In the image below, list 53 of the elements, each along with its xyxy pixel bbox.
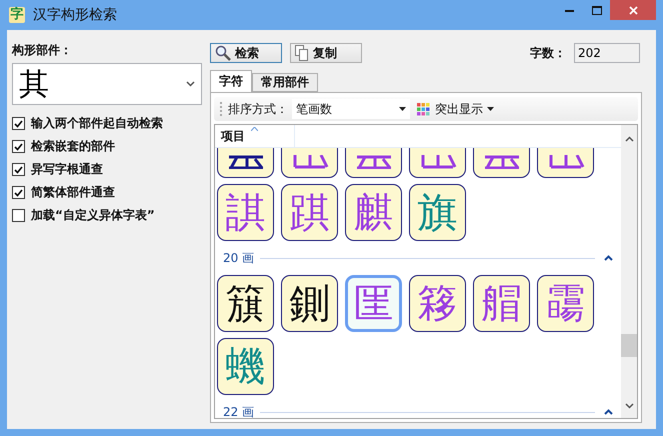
tab[interactable]: 常用部件 (252, 73, 318, 92)
search-icon (215, 45, 231, 61)
scroll-thumb[interactable] (621, 334, 637, 357)
caret-icon (399, 107, 406, 111)
character-tile[interactable]: 蟣 (217, 338, 274, 395)
character-tile[interactable]: 旗 (409, 184, 466, 241)
count-label: 字数： (530, 44, 566, 62)
character-tile[interactable]: 諆 (217, 184, 274, 241)
option-label: 输入两个部件起自动检索 (31, 115, 163, 132)
character-tile[interactable]: 霷 (537, 275, 594, 332)
scroll-down-icon[interactable] (624, 403, 634, 409)
checkbox[interactable] (12, 117, 25, 130)
close-icon (628, 6, 638, 14)
option-label: 异写字根通查 (31, 161, 103, 178)
maximize-icon (592, 6, 602, 14)
tab[interactable]: 字符 (210, 70, 252, 92)
character-tile[interactable]: 鍘 (281, 275, 338, 332)
scrollbar[interactable] (621, 125, 637, 418)
sort-select[interactable]: 笔画数 (292, 99, 410, 119)
grip-icon (220, 102, 224, 116)
chevron-up-icon (604, 255, 612, 261)
window-title: 汉字构形检索 (33, 6, 118, 24)
component-label: 构形部件： (12, 42, 73, 59)
character-tile[interactable]: 簃 (409, 275, 466, 332)
minimize-icon (565, 8, 574, 12)
sort-label: 排序方式： (228, 100, 288, 118)
chevron-up-icon (604, 409, 612, 415)
checkbox[interactable] (12, 140, 25, 153)
checkbox[interactable] (12, 163, 25, 176)
checkbox[interactable] (12, 186, 25, 199)
option-label: 简繁体部件通查 (31, 184, 115, 201)
copy-icon (295, 45, 309, 61)
character-tile[interactable]: 匩 (345, 275, 402, 332)
search-button[interactable]: 检索 (210, 43, 282, 63)
count-field: 202 (574, 43, 640, 63)
character-tile[interactable]: 麒 (345, 184, 402, 241)
option-label: 检索嵌套的部件 (31, 138, 115, 155)
character-tile[interactable]: 簱 (217, 275, 274, 332)
group-label: 22 画 (223, 404, 254, 418)
caret-icon (487, 107, 494, 111)
app-icon: 字 (9, 7, 25, 23)
option-label: 加载“自定义异体字表” (31, 207, 155, 224)
group-label: 20 画 (223, 250, 254, 266)
character-tile[interactable]: 踑 (281, 184, 338, 241)
copy-button[interactable]: 复制 (290, 43, 362, 63)
character-tile[interactable]: 艒 (473, 275, 530, 332)
scroll-up-icon[interactable] (624, 136, 634, 142)
chevron-icon[interactable] (186, 81, 195, 87)
component-combo[interactable]: 其 (12, 63, 202, 105)
palette-icon (416, 102, 431, 116)
checkbox[interactable] (12, 209, 25, 222)
close-button[interactable] (610, 0, 656, 20)
highlight-button[interactable]: 突出显示 (414, 100, 496, 118)
